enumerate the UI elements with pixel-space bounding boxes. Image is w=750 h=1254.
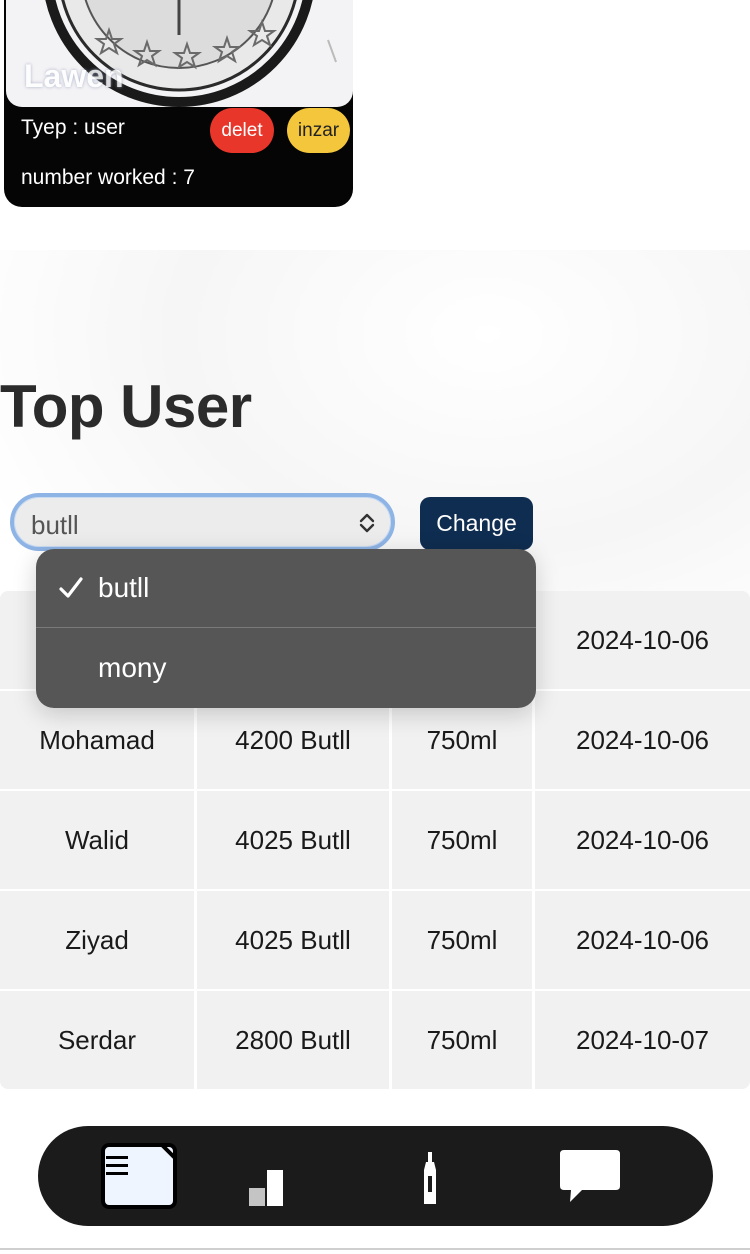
cell-date: 2024-10-07	[535, 991, 750, 1089]
user-name: Lawen	[24, 58, 124, 94]
dropdown-option[interactable]: mony	[36, 629, 536, 708]
table-row: Serdar 2800 Butll 750ml 2024-10-07	[0, 991, 750, 1091]
section-title: Top User	[0, 373, 252, 440]
cell-name: Ziyad	[0, 891, 194, 989]
user-card: Lawen Tyep : user number worked : 7 dele…	[4, 0, 353, 207]
select-dropdown-menu: butll mony	[36, 549, 536, 708]
up-down-chevron-icon	[359, 513, 375, 533]
list-icon	[101, 1143, 177, 1209]
bar-chart-icon	[249, 1170, 283, 1206]
select-value: butll	[31, 510, 79, 540]
cell-date: 2024-10-06	[535, 791, 750, 889]
cell-amount: 4025 Butll	[197, 891, 389, 989]
cell-amount: 4025 Butll	[197, 791, 389, 889]
table-row: Walid 4025 Butll 750ml 2024-10-06	[0, 791, 750, 891]
dropdown-option-label: mony	[98, 652, 167, 683]
cell-amount: 2800 Butll	[197, 991, 389, 1089]
user-photo: Lawen	[6, 0, 353, 107]
dropdown-option[interactable]: butll	[36, 549, 536, 628]
cell-size: 750ml	[392, 991, 532, 1089]
change-button[interactable]: Change	[420, 497, 533, 550]
cell-name: Serdar	[0, 991, 194, 1089]
cell-date: 2024-10-06	[535, 891, 750, 989]
metric-select[interactable]: butll	[10, 493, 395, 551]
bottom-nav-bar	[38, 1126, 713, 1226]
user-type-label: Tyep : user	[21, 116, 125, 139]
cell-date: 2024-10-06	[535, 691, 750, 789]
nav-item-list[interactable]	[98, 1126, 208, 1226]
dropdown-option-label: butll	[98, 572, 150, 603]
number-worked-label: number worked : 7	[21, 166, 195, 189]
nav-item-messages[interactable]	[548, 1126, 658, 1226]
cell-name: Walid	[0, 791, 194, 889]
nav-item-stats[interactable]	[228, 1126, 338, 1226]
warn-button[interactable]: inzar	[287, 108, 350, 153]
cell-size: 750ml	[392, 791, 532, 889]
cell-size: 750ml	[392, 891, 532, 989]
chat-bubble-icon	[560, 1150, 620, 1202]
checkmark-icon	[59, 577, 83, 598]
nav-item-bottle[interactable]	[408, 1126, 518, 1226]
delete-button[interactable]: delet	[210, 108, 274, 153]
table-row: Ziyad 4025 Butll 750ml 2024-10-06	[0, 891, 750, 991]
cell-date: 2024-10-06	[535, 591, 750, 689]
bottom-divider	[0, 1248, 750, 1250]
bottle-icon	[424, 1152, 436, 1204]
